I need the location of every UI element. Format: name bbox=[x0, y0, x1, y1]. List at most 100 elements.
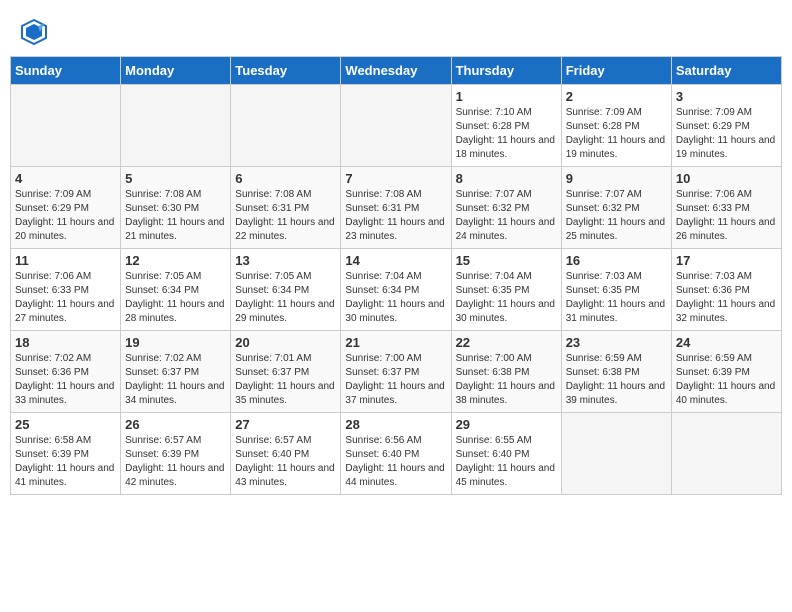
calendar-cell: 8 Sunrise: 7:07 AMSunset: 6:32 PMDayligh… bbox=[451, 167, 561, 249]
cell-info: Sunrise: 6:57 AMSunset: 6:40 PMDaylight:… bbox=[235, 434, 336, 490]
cell-info: Sunrise: 6:56 AMSunset: 6:40 PMDaylight:… bbox=[345, 434, 446, 490]
day-number: 12 bbox=[125, 253, 226, 268]
cell-info: Sunrise: 7:07 AMSunset: 6:32 PMDaylight:… bbox=[456, 188, 557, 244]
calendar-cell: 19 Sunrise: 7:02 AMSunset: 6:37 PMDaylig… bbox=[121, 331, 231, 413]
calendar-cell: 20 Sunrise: 7:01 AMSunset: 6:37 PMDaylig… bbox=[231, 331, 341, 413]
cell-info: Sunrise: 7:07 AMSunset: 6:32 PMDaylight:… bbox=[566, 188, 667, 244]
cell-info: Sunrise: 7:06 AMSunset: 6:33 PMDaylight:… bbox=[676, 188, 777, 244]
day-number: 24 bbox=[676, 335, 777, 350]
day-number: 15 bbox=[456, 253, 557, 268]
calendar-cell: 18 Sunrise: 7:02 AMSunset: 6:36 PMDaylig… bbox=[11, 331, 121, 413]
calendar-cell: 15 Sunrise: 7:04 AMSunset: 6:35 PMDaylig… bbox=[451, 249, 561, 331]
cell-info: Sunrise: 6:58 AMSunset: 6:39 PMDaylight:… bbox=[15, 434, 116, 490]
day-number: 4 bbox=[15, 171, 116, 186]
cell-info: Sunrise: 6:57 AMSunset: 6:39 PMDaylight:… bbox=[125, 434, 226, 490]
day-number: 25 bbox=[15, 417, 116, 432]
day-number: 14 bbox=[345, 253, 446, 268]
cell-info: Sunrise: 7:09 AMSunset: 6:28 PMDaylight:… bbox=[566, 106, 667, 162]
calendar-cell bbox=[121, 85, 231, 167]
day-number: 27 bbox=[235, 417, 336, 432]
calendar-cell: 14 Sunrise: 7:04 AMSunset: 6:34 PMDaylig… bbox=[341, 249, 451, 331]
cell-info: Sunrise: 7:08 AMSunset: 6:31 PMDaylight:… bbox=[345, 188, 446, 244]
cell-info: Sunrise: 7:00 AMSunset: 6:37 PMDaylight:… bbox=[345, 352, 446, 408]
weekday-sunday: Sunday bbox=[11, 57, 121, 85]
day-number: 3 bbox=[676, 89, 777, 104]
cell-info: Sunrise: 7:01 AMSunset: 6:37 PMDaylight:… bbox=[235, 352, 336, 408]
cell-info: Sunrise: 6:55 AMSunset: 6:40 PMDaylight:… bbox=[456, 434, 557, 490]
calendar-table: SundayMondayTuesdayWednesdayThursdayFrid… bbox=[10, 56, 782, 495]
day-number: 11 bbox=[15, 253, 116, 268]
day-number: 13 bbox=[235, 253, 336, 268]
calendar-cell: 24 Sunrise: 6:59 AMSunset: 6:39 PMDaylig… bbox=[671, 331, 781, 413]
calendar-cell: 11 Sunrise: 7:06 AMSunset: 6:33 PMDaylig… bbox=[11, 249, 121, 331]
cell-info: Sunrise: 7:02 AMSunset: 6:36 PMDaylight:… bbox=[15, 352, 116, 408]
calendar-header: SundayMondayTuesdayWednesdayThursdayFrid… bbox=[11, 57, 782, 85]
day-number: 20 bbox=[235, 335, 336, 350]
calendar-cell: 5 Sunrise: 7:08 AMSunset: 6:30 PMDayligh… bbox=[121, 167, 231, 249]
weekday-row: SundayMondayTuesdayWednesdayThursdayFrid… bbox=[11, 57, 782, 85]
weekday-tuesday: Tuesday bbox=[231, 57, 341, 85]
calendar-cell: 10 Sunrise: 7:06 AMSunset: 6:33 PMDaylig… bbox=[671, 167, 781, 249]
calendar-cell bbox=[11, 85, 121, 167]
cell-info: Sunrise: 6:59 AMSunset: 6:39 PMDaylight:… bbox=[676, 352, 777, 408]
calendar-cell: 21 Sunrise: 7:00 AMSunset: 6:37 PMDaylig… bbox=[341, 331, 451, 413]
week-row-5: 25 Sunrise: 6:58 AMSunset: 6:39 PMDaylig… bbox=[11, 413, 782, 495]
calendar-cell: 12 Sunrise: 7:05 AMSunset: 6:34 PMDaylig… bbox=[121, 249, 231, 331]
day-number: 9 bbox=[566, 171, 667, 186]
weekday-friday: Friday bbox=[561, 57, 671, 85]
calendar-cell: 3 Sunrise: 7:09 AMSunset: 6:29 PMDayligh… bbox=[671, 85, 781, 167]
cell-info: Sunrise: 7:02 AMSunset: 6:37 PMDaylight:… bbox=[125, 352, 226, 408]
calendar-cell: 26 Sunrise: 6:57 AMSunset: 6:39 PMDaylig… bbox=[121, 413, 231, 495]
page-header bbox=[10, 10, 782, 50]
calendar-cell: 2 Sunrise: 7:09 AMSunset: 6:28 PMDayligh… bbox=[561, 85, 671, 167]
day-number: 22 bbox=[456, 335, 557, 350]
cell-info: Sunrise: 7:04 AMSunset: 6:34 PMDaylight:… bbox=[345, 270, 446, 326]
calendar-cell: 1 Sunrise: 7:10 AMSunset: 6:28 PMDayligh… bbox=[451, 85, 561, 167]
cell-info: Sunrise: 7:03 AMSunset: 6:36 PMDaylight:… bbox=[676, 270, 777, 326]
day-number: 28 bbox=[345, 417, 446, 432]
day-number: 19 bbox=[125, 335, 226, 350]
calendar-body: 1 Sunrise: 7:10 AMSunset: 6:28 PMDayligh… bbox=[11, 85, 782, 495]
day-number: 10 bbox=[676, 171, 777, 186]
cell-info: Sunrise: 7:03 AMSunset: 6:35 PMDaylight:… bbox=[566, 270, 667, 326]
cell-info: Sunrise: 7:00 AMSunset: 6:38 PMDaylight:… bbox=[456, 352, 557, 408]
day-number: 6 bbox=[235, 171, 336, 186]
week-row-3: 11 Sunrise: 7:06 AMSunset: 6:33 PMDaylig… bbox=[11, 249, 782, 331]
calendar-cell bbox=[231, 85, 341, 167]
calendar-cell: 16 Sunrise: 7:03 AMSunset: 6:35 PMDaylig… bbox=[561, 249, 671, 331]
calendar-cell: 13 Sunrise: 7:05 AMSunset: 6:34 PMDaylig… bbox=[231, 249, 341, 331]
cell-info: Sunrise: 7:08 AMSunset: 6:31 PMDaylight:… bbox=[235, 188, 336, 244]
day-number: 23 bbox=[566, 335, 667, 350]
week-row-1: 1 Sunrise: 7:10 AMSunset: 6:28 PMDayligh… bbox=[11, 85, 782, 167]
calendar-cell: 29 Sunrise: 6:55 AMSunset: 6:40 PMDaylig… bbox=[451, 413, 561, 495]
logo-icon bbox=[20, 18, 48, 46]
calendar-cell: 9 Sunrise: 7:07 AMSunset: 6:32 PMDayligh… bbox=[561, 167, 671, 249]
week-row-2: 4 Sunrise: 7:09 AMSunset: 6:29 PMDayligh… bbox=[11, 167, 782, 249]
calendar-cell: 6 Sunrise: 7:08 AMSunset: 6:31 PMDayligh… bbox=[231, 167, 341, 249]
calendar-cell: 22 Sunrise: 7:00 AMSunset: 6:38 PMDaylig… bbox=[451, 331, 561, 413]
calendar-cell: 25 Sunrise: 6:58 AMSunset: 6:39 PMDaylig… bbox=[11, 413, 121, 495]
day-number: 17 bbox=[676, 253, 777, 268]
calendar-cell: 4 Sunrise: 7:09 AMSunset: 6:29 PMDayligh… bbox=[11, 167, 121, 249]
cell-info: Sunrise: 7:04 AMSunset: 6:35 PMDaylight:… bbox=[456, 270, 557, 326]
calendar-cell: 17 Sunrise: 7:03 AMSunset: 6:36 PMDaylig… bbox=[671, 249, 781, 331]
calendar-cell: 23 Sunrise: 6:59 AMSunset: 6:38 PMDaylig… bbox=[561, 331, 671, 413]
day-number: 2 bbox=[566, 89, 667, 104]
day-number: 29 bbox=[456, 417, 557, 432]
calendar-cell bbox=[561, 413, 671, 495]
day-number: 18 bbox=[15, 335, 116, 350]
weekday-thursday: Thursday bbox=[451, 57, 561, 85]
calendar-cell: 28 Sunrise: 6:56 AMSunset: 6:40 PMDaylig… bbox=[341, 413, 451, 495]
weekday-saturday: Saturday bbox=[671, 57, 781, 85]
calendar-cell: 7 Sunrise: 7:08 AMSunset: 6:31 PMDayligh… bbox=[341, 167, 451, 249]
calendar-cell bbox=[341, 85, 451, 167]
cell-info: Sunrise: 6:59 AMSunset: 6:38 PMDaylight:… bbox=[566, 352, 667, 408]
calendar-cell bbox=[671, 413, 781, 495]
day-number: 21 bbox=[345, 335, 446, 350]
day-number: 7 bbox=[345, 171, 446, 186]
day-number: 26 bbox=[125, 417, 226, 432]
weekday-wednesday: Wednesday bbox=[341, 57, 451, 85]
logo bbox=[20, 18, 52, 46]
cell-info: Sunrise: 7:10 AMSunset: 6:28 PMDaylight:… bbox=[456, 106, 557, 162]
day-number: 8 bbox=[456, 171, 557, 186]
